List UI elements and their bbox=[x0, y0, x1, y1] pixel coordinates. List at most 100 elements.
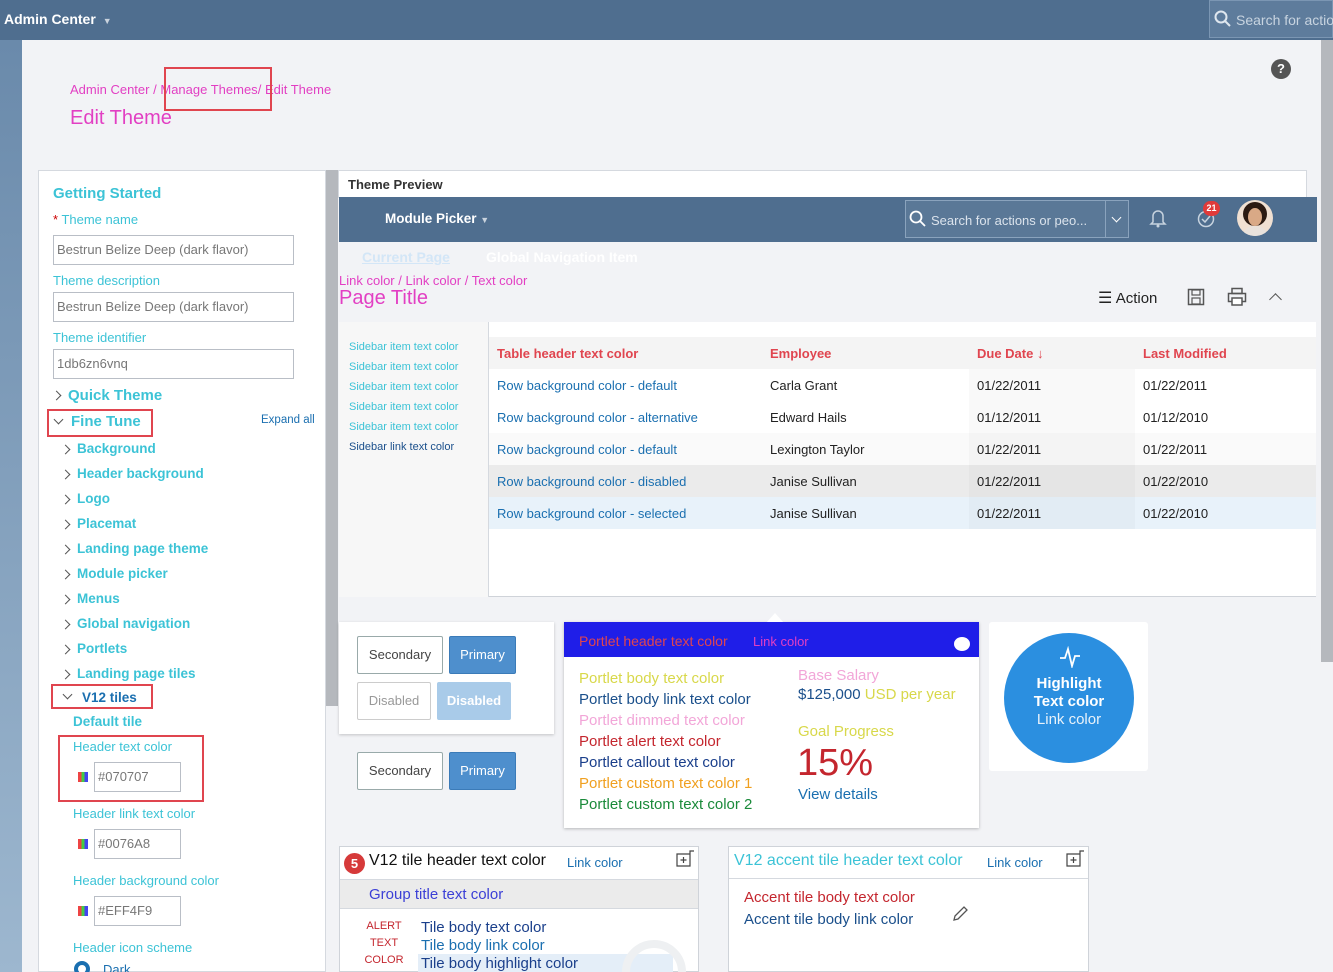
portlet-custom-text-2: Portlet custom text color 2 bbox=[579, 796, 753, 813]
table-row[interactable]: Row background color - default Lexington… bbox=[489, 433, 1316, 465]
cell: Row background color - default bbox=[497, 378, 677, 393]
accent-tile-body-link[interactable]: Accent tile body link color bbox=[744, 911, 913, 928]
highlight-link[interactable]: Link color bbox=[1004, 711, 1134, 728]
disabled-primary-button: Disabled bbox=[437, 682, 511, 720]
tile-body-link[interactable]: Tile body link color bbox=[421, 937, 545, 954]
add-to-home-icon[interactable] bbox=[1066, 850, 1085, 867]
preview-search-input[interactable]: Search for actions or peo... bbox=[931, 213, 1087, 228]
v12-tile-badge: 5 bbox=[344, 853, 365, 874]
secondary-button[interactable]: Secondary bbox=[357, 636, 443, 674]
preview-page-title: Page Title bbox=[339, 287, 428, 309]
cell: 01/22/2010 bbox=[1143, 474, 1209, 489]
theme-name-label-text: Theme name bbox=[61, 212, 139, 227]
secondary-button[interactable]: Secondary bbox=[357, 752, 443, 790]
top-bar: Admin Center ▼ Search for actio bbox=[0, 0, 1333, 40]
background-strip bbox=[0, 40, 22, 972]
preview-breadcrumb[interactable]: Link color / Link color / Text color bbox=[339, 273, 527, 288]
color-palette-icon[interactable] bbox=[78, 906, 88, 916]
app-title: Admin Center bbox=[4, 11, 96, 27]
portlet-header-link[interactable]: Link color bbox=[753, 634, 809, 649]
v12-tile-link[interactable]: Link color bbox=[567, 855, 623, 870]
view-details-link[interactable]: View details bbox=[798, 786, 878, 803]
crumb-edit-theme: Edit Theme bbox=[264, 82, 332, 97]
caret-down-icon: ▼ bbox=[480, 215, 490, 225]
portlet-header: Portlet header text color Link color bbox=[564, 622, 979, 657]
preview-title-bar: Theme Preview bbox=[338, 170, 1307, 198]
save-icon[interactable] bbox=[1187, 288, 1205, 306]
print-icon[interactable] bbox=[1227, 287, 1247, 307]
cell: Lexington Taylor bbox=[770, 442, 865, 457]
page-scrollbar[interactable] bbox=[1321, 40, 1333, 662]
primary-button[interactable]: Primary bbox=[449, 636, 516, 674]
global-search[interactable]: Search for actio bbox=[1209, 0, 1333, 38]
table-row[interactable]: Row background color - selected Janise S… bbox=[489, 497, 1316, 529]
help-icon[interactable]: ? bbox=[1271, 59, 1291, 79]
accent-tile-link[interactable]: Link color bbox=[987, 855, 1043, 870]
base-salary-label: Base Salary bbox=[798, 667, 879, 684]
avatar[interactable] bbox=[1237, 200, 1273, 236]
item-label: Module picker bbox=[77, 566, 168, 581]
theme-identifier-input[interactable]: 1db6zn6vnq bbox=[53, 349, 294, 379]
action-label: Action bbox=[1115, 290, 1158, 307]
table-row[interactable]: Row background color - disabled Janise S… bbox=[489, 465, 1316, 497]
col-header[interactable]: Table header text color bbox=[497, 346, 638, 361]
module-picker[interactable]: Module Picker ▼ bbox=[385, 211, 489, 226]
header-background-color-input[interactable]: #EFF4F9 bbox=[94, 896, 181, 926]
crumb-admin-center[interactable]: Admin Center bbox=[70, 82, 149, 97]
sidebar-item[interactable]: Sidebar item text color bbox=[349, 421, 458, 433]
divider bbox=[1105, 201, 1106, 237]
global-nav-item[interactable]: Global Navigation Item bbox=[486, 249, 638, 265]
current-page-link[interactable]: Current Page bbox=[362, 249, 450, 265]
chevron-right-icon bbox=[51, 390, 62, 401]
panel-scrollbar[interactable] bbox=[326, 170, 338, 706]
preview-title: Theme Preview bbox=[348, 177, 443, 192]
required-mark: * bbox=[53, 212, 59, 227]
close-icon[interactable] bbox=[954, 637, 970, 651]
preview-search[interactable]: Search for actions or peo... bbox=[905, 200, 1129, 238]
radio-dark[interactable] bbox=[74, 961, 90, 972]
item-label: Placemat bbox=[77, 516, 137, 531]
sidebar-item[interactable]: Sidebar item text color bbox=[349, 381, 458, 393]
chevron-down-icon[interactable] bbox=[1111, 212, 1122, 223]
crumb-sep: / bbox=[153, 82, 157, 97]
sidebar-link[interactable]: Sidebar link text color bbox=[349, 441, 454, 453]
bell-icon[interactable] bbox=[1149, 208, 1167, 228]
table-row[interactable]: Row background color - default Carla Gra… bbox=[489, 369, 1316, 401]
cell: 01/12/2010 bbox=[1143, 410, 1209, 425]
table-row[interactable]: Row background color - alternative Edwar… bbox=[489, 401, 1316, 433]
search-icon bbox=[1214, 10, 1231, 27]
theme-description-input[interactable]: Bestrun Belize Deep (dark flavor) bbox=[53, 292, 294, 322]
sidebar-item[interactable]: Sidebar item text color bbox=[349, 401, 458, 413]
add-to-home-icon[interactable] bbox=[676, 850, 695, 867]
caret-down-icon: ▼ bbox=[102, 16, 112, 26]
color-palette-icon[interactable] bbox=[78, 839, 88, 849]
primary-button[interactable]: Primary bbox=[449, 752, 516, 790]
pencil-icon[interactable] bbox=[951, 905, 969, 923]
theme-description-label: Theme description bbox=[53, 273, 160, 288]
quick-theme-toggle[interactable]: Quick Theme bbox=[51, 387, 253, 407]
expand-all-link[interactable]: Expand all bbox=[261, 414, 315, 426]
item-label: Portlets bbox=[77, 641, 128, 656]
col-header[interactable]: Last Modified bbox=[1143, 346, 1227, 361]
header-link-text-color-label: Header link text color bbox=[73, 806, 196, 821]
theme-name-label: * Theme name bbox=[53, 212, 138, 227]
portlet-header-text: Portlet header text color bbox=[579, 633, 728, 649]
header-link-text-color-input[interactable]: #0076A8 bbox=[94, 829, 181, 859]
goal-progress-value: 15% bbox=[797, 742, 874, 784]
sidebar-item[interactable]: Sidebar item text color bbox=[349, 341, 458, 353]
header-background-color-label: Header background color bbox=[73, 873, 219, 888]
col-header[interactable]: Employee bbox=[770, 346, 831, 361]
portlet-body-link[interactable]: Portlet body link text color bbox=[579, 691, 751, 708]
action-menu[interactable]: ☰ Action bbox=[1098, 288, 1157, 308]
theme-name-input[interactable]: Bestrun Belize Deep (dark flavor) bbox=[53, 235, 294, 265]
sidebar-item[interactable]: Sidebar item text color bbox=[349, 361, 458, 373]
base-salary-value: $125,000 bbox=[798, 686, 861, 703]
admin-center-menu[interactable]: Admin Center ▼ bbox=[4, 11, 112, 27]
search-input[interactable]: Search for actio bbox=[1236, 12, 1333, 28]
pulse-icon bbox=[1060, 646, 1080, 668]
col-header[interactable]: Due Date ↓ bbox=[977, 346, 1043, 361]
cell: 01/22/2010 bbox=[1143, 506, 1209, 521]
preview-shellbar: Module Picker ▼ Search for actions or pe… bbox=[339, 197, 1317, 242]
cell: Janise Sullivan bbox=[770, 506, 857, 521]
avatar-face bbox=[1248, 208, 1262, 226]
